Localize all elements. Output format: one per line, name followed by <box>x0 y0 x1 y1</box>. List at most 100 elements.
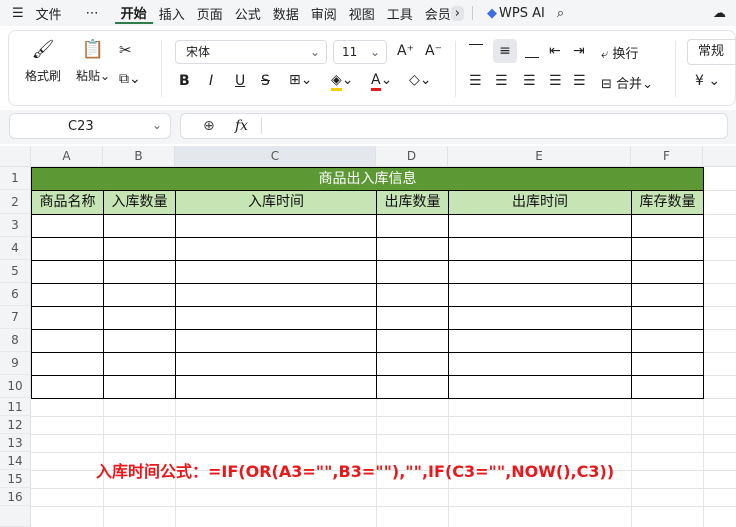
wps-ai-icon: ◆ <box>487 5 497 21</box>
font-name-value: 宋体 <box>186 45 211 59</box>
tab-view[interactable]: 视图 <box>343 4 381 23</box>
ribbon-toolbar: 🖌 格式刷 📋 粘贴⌄ ✂ ⧉⌄ 宋体 ⌄ 11 ⌄ A⁺ A⁻ B I U S… <box>8 30 736 106</box>
increase-indent-icon[interactable]: ⇥ <box>573 43 585 59</box>
header-cell-product-name[interactable]: 商品名称 <box>31 190 104 215</box>
font-color-icon[interactable]: A⌄ <box>371 72 392 91</box>
file-menu[interactable]: 文件 <box>30 4 68 23</box>
format-painter-button[interactable]: 🖌 格式刷 <box>23 39 63 84</box>
row-header-5[interactable]: 5 <box>0 260 31 283</box>
header-cell-out-time[interactable]: 出库时间 <box>448 190 632 215</box>
name-box[interactable]: C23 ⌄ <box>9 113 171 139</box>
chevron-down-icon: ⌄ <box>309 45 320 59</box>
number-format-value: 常规 <box>698 44 725 59</box>
column-header-b[interactable]: B <box>103 146 175 167</box>
font-size-value: 11 <box>342 45 358 59</box>
column-header-c[interactable]: C <box>175 146 376 167</box>
clear-format-icon[interactable]: ◇⌄ <box>409 72 432 88</box>
row-header-3[interactable]: 3 <box>0 214 31 237</box>
increase-font-icon[interactable]: A⁺ <box>397 43 414 59</box>
paste-label: 粘贴⌄ <box>75 69 111 83</box>
hamburger-menu-icon[interactable]: ☰ <box>0 6 30 21</box>
row-header-12[interactable]: 12 <box>0 416 31 434</box>
merge-icon: ⊟ <box>601 77 612 92</box>
column-header-a[interactable]: A <box>31 146 103 167</box>
strikethrough-icon[interactable]: S <box>261 73 270 89</box>
wrap-text-button[interactable]: ⤶ 换行 <box>601 43 638 62</box>
header-cell-stock-qty[interactable]: 库存数量 <box>631 190 704 215</box>
align-center-icon[interactable]: ☰ <box>495 73 508 89</box>
row-header-17[interactable] <box>0 506 31 527</box>
cell-reference: C23 <box>68 119 94 134</box>
font-name-select[interactable]: 宋体 ⌄ <box>175 40 327 64</box>
underline-icon[interactable]: U <box>235 73 245 89</box>
align-right-icon[interactable]: ☰ <box>523 73 536 89</box>
more-icon[interactable]: ⋯ <box>80 6 105 21</box>
row-header-15[interactable]: 15 <box>0 470 31 488</box>
bold-icon[interactable]: B <box>179 73 190 89</box>
align-top-icon[interactable]: ⎺ <box>469 43 483 59</box>
tab-tools[interactable]: 工具 <box>381 4 419 23</box>
row-header-7[interactable]: 7 <box>0 306 31 329</box>
chevron-down-icon: ⌄ <box>151 118 162 132</box>
spreadsheet-grid[interactable]: A B C D E F 1 2 3 4 5 6 7 8 9 10 11 12 1… <box>0 146 736 527</box>
merge-cells-button[interactable]: ⊟ 合并⌄ <box>601 73 653 92</box>
border-icon[interactable]: ⊞⌄ <box>289 72 312 88</box>
tab-data[interactable]: 数据 <box>267 4 305 23</box>
tab-review[interactable]: 审阅 <box>305 4 343 23</box>
fill-color-icon[interactable]: ◈⌄ <box>331 72 354 91</box>
table-title[interactable]: 商品出入库信息 <box>31 167 704 191</box>
row-header-9[interactable]: 9 <box>0 352 31 375</box>
tab-home[interactable]: 开始 <box>114 3 153 24</box>
formula-bar: C23 ⌄ ⊕ fx <box>0 110 736 144</box>
tab-insert[interactable]: 插入 <box>153 4 191 23</box>
row-header-11[interactable]: 11 <box>0 398 31 416</box>
row-header-14[interactable]: 14 <box>0 452 31 470</box>
decrease-indent-icon[interactable]: ⇤ <box>549 43 561 59</box>
zoom-icon[interactable]: ⊕ <box>203 118 215 134</box>
align-bottom-icon[interactable]: ⎽ <box>525 43 539 59</box>
menu-bar: ☰ 文件 ⋯ 开始 插入 页面 公式 数据 审阅 视图 工具 会员 › ◆ WP… <box>0 0 736 26</box>
cut-icon[interactable]: ✂ <box>119 41 132 59</box>
search-icon[interactable]: ⌕ <box>551 6 570 21</box>
formula-input[interactable]: ⊕ fx <box>180 113 728 139</box>
justify-icon[interactable]: ☰ <box>549 73 562 89</box>
column-header-f[interactable]: F <box>631 146 703 167</box>
header-cell-in-qty[interactable]: 入库数量 <box>103 190 176 215</box>
column-header-g[interactable] <box>703 146 736 167</box>
currency-icon[interactable]: ¥ ⌄ <box>695 73 720 89</box>
copy-icon[interactable]: ⧉⌄ <box>119 71 141 87</box>
header-cell-in-time[interactable]: 入库时间 <box>175 190 377 215</box>
row-header-4[interactable]: 4 <box>0 237 31 260</box>
italic-icon[interactable]: I <box>209 73 213 89</box>
wrap-text-label: 换行 <box>612 47 639 62</box>
row-header-2[interactable]: 2 <box>0 190 31 214</box>
tab-page[interactable]: 页面 <box>191 4 229 23</box>
wrap-text-icon: ⤶ <box>601 47 609 62</box>
fx-icon[interactable]: fx <box>235 118 248 134</box>
cloud-icon[interactable]: ☁ <box>707 6 736 21</box>
row-header-13[interactable]: 13 <box>0 434 31 452</box>
tab-member[interactable]: 会员 <box>419 4 451 23</box>
header-cell-out-qty[interactable]: 出库数量 <box>376 190 449 215</box>
align-left-icon[interactable]: ☰ <box>469 73 482 89</box>
tab-formula[interactable]: 公式 <box>229 4 267 23</box>
chevron-down-icon: ⌄ <box>369 45 380 59</box>
decrease-font-icon[interactable]: A⁻ <box>425 43 442 59</box>
row-header-1[interactable]: 1 <box>0 167 31 190</box>
row-header-8[interactable]: 8 <box>0 329 31 352</box>
column-header-e[interactable]: E <box>448 146 631 167</box>
formula-note: 入库时间公式：=IF(OR(A3="",B3=""),"",IF(C3="",N… <box>96 462 615 481</box>
row-header-10[interactable]: 10 <box>0 375 31 398</box>
align-middle-icon[interactable]: ≡ <box>493 39 517 63</box>
distribute-icon[interactable]: ☰ <box>573 73 586 89</box>
column-header-d[interactable]: D <box>376 146 448 167</box>
row-header-16[interactable]: 16 <box>0 488 31 506</box>
wps-ai-button[interactable]: WPS AI <box>499 6 551 21</box>
paste-button[interactable]: 📋 粘贴⌄ <box>71 39 115 84</box>
select-all-corner[interactable] <box>0 146 31 167</box>
number-format-select[interactable]: 常规 <box>687 39 736 65</box>
paste-icon: 📋 <box>81 39 105 60</box>
row-header-6[interactable]: 6 <box>0 283 31 306</box>
font-size-select[interactable]: 11 ⌄ <box>333 40 387 64</box>
scroll-right-icon[interactable]: › <box>450 5 464 21</box>
